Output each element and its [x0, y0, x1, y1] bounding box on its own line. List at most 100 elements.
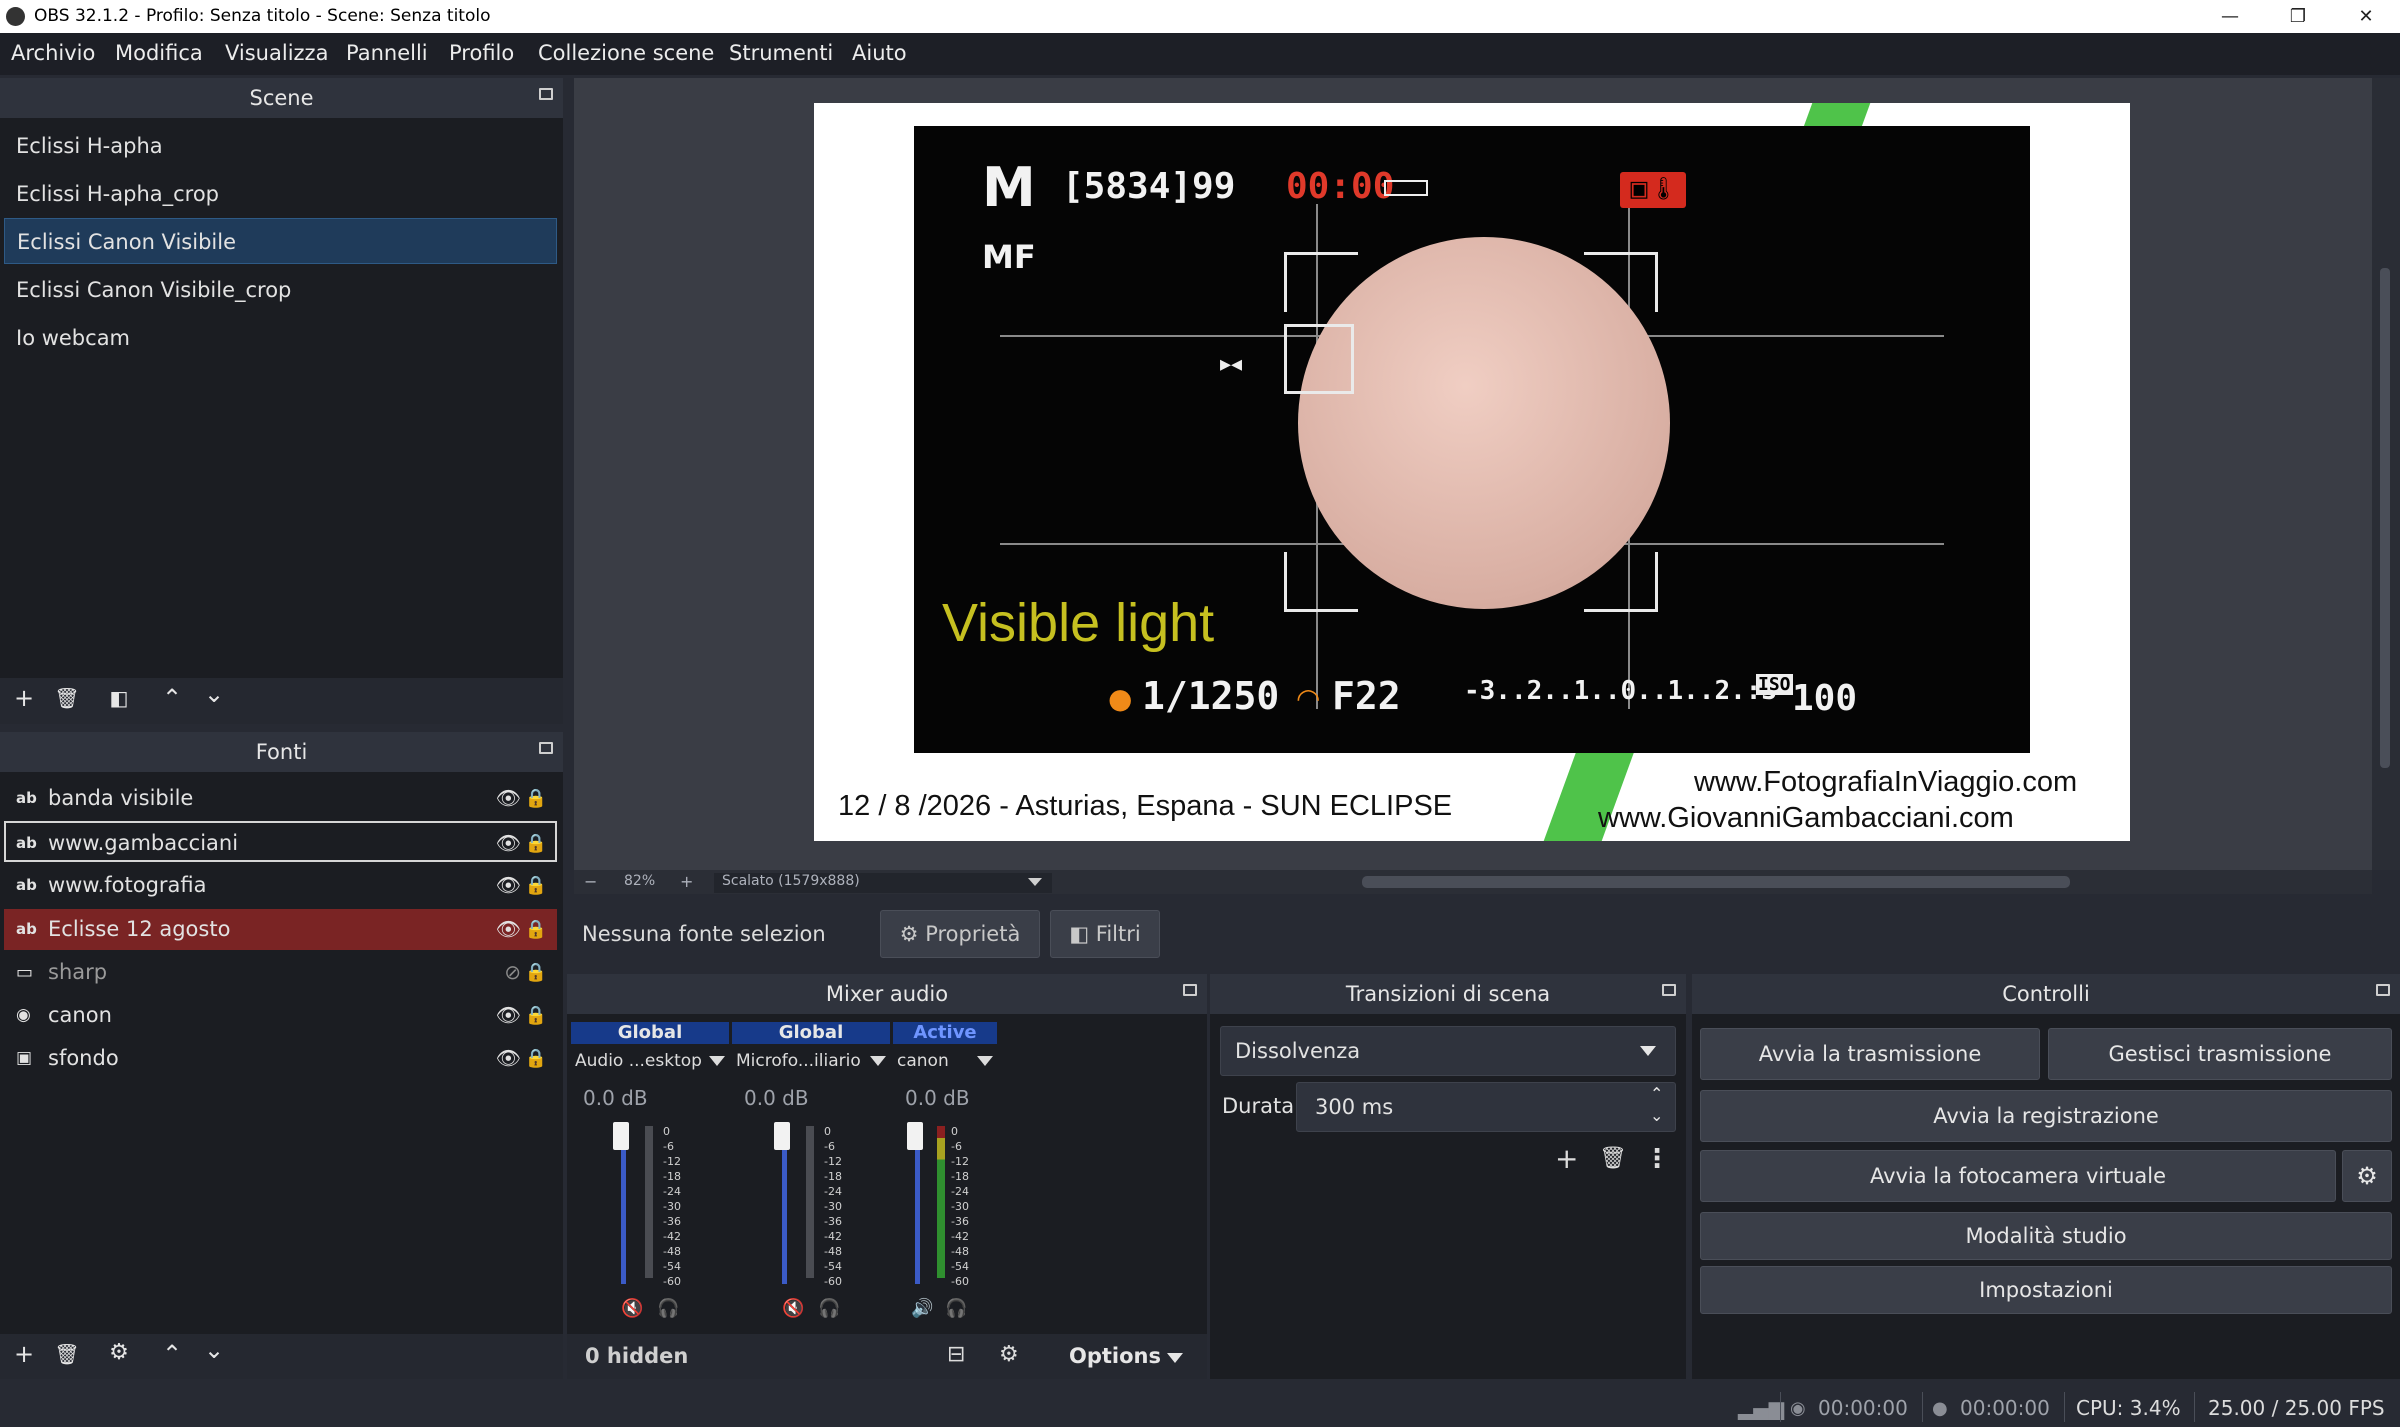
source-item[interactable]: ab www.fotografia 👁 🔒 [4, 865, 557, 906]
scene-item[interactable]: Io webcam [4, 315, 557, 361]
zoom-in-button[interactable]: + [680, 872, 693, 891]
chevron-down-icon[interactable] [1640, 1046, 1656, 1056]
muted-speaker-icon[interactable]: 🔇 [621, 1298, 643, 1319]
eye-hidden-icon[interactable]: ⊘ [504, 952, 521, 993]
record-time: 00:00 [1286, 166, 1395, 207]
virtual-camera-settings-icon[interactable]: ⚙ [2342, 1150, 2392, 1202]
eye-icon[interactable]: 👁 [496, 778, 521, 819]
menu-collezione-scene[interactable]: Collezione scene [538, 41, 714, 65]
remove-scene-icon[interactable]: 🗑 [52, 686, 82, 710]
lock-icon[interactable]: 🔒 [525, 778, 547, 819]
minimize-button[interactable]: — [2196, 0, 2264, 33]
obs-logo-icon [6, 7, 25, 26]
preview-vertical-scrollbar[interactable] [2372, 78, 2400, 870]
add-source-icon[interactable]: + [9, 1340, 39, 1368]
headphones-icon[interactable]: 🎧 [657, 1298, 679, 1319]
settings-button[interactable]: Impostazioni [1700, 1266, 2392, 1314]
chevron-down-icon[interactable] [870, 1056, 886, 1066]
studio-mode-button[interactable]: Modalità studio [1700, 1212, 2392, 1260]
chevron-up-icon[interactable]: ⌃ [1650, 1084, 1663, 1103]
channel-volume: 0.0 dB [744, 1086, 809, 1110]
eye-icon[interactable]: 👁 [496, 909, 521, 950]
lock-icon[interactable]: 🔒 [525, 1038, 547, 1079]
speaker-icon[interactable]: 🔊 [911, 1298, 933, 1319]
source-item[interactable]: ab banda visibile 👁 🔒 [4, 778, 557, 819]
volume-slider-handle[interactable] [907, 1122, 923, 1150]
remove-transition-icon[interactable]: 🗑 [1599, 1146, 1627, 1171]
undock-icon[interactable] [539, 742, 553, 754]
layout-icon[interactable]: ⊟ [947, 1342, 965, 1367]
close-button[interactable]: ✕ [2332, 0, 2400, 33]
filters-button[interactable]: ◧ Filtri [1050, 910, 1160, 958]
manage-stream-button[interactable]: Gestisci trasmissione [2048, 1028, 2392, 1080]
properties-button[interactable]: ⚙ Proprietà [880, 910, 1040, 958]
headphones-icon[interactable]: 🎧 [818, 1298, 840, 1319]
lock-icon[interactable]: 🔒 [525, 952, 547, 993]
scale-mode-select[interactable]: Scalato (1579x888) [714, 873, 1052, 893]
menu-visualizza[interactable]: Visualizza [225, 41, 328, 65]
advanced-audio-icon[interactable]: ⚙ [999, 1342, 1019, 1367]
hidden-count[interactable]: 0 hidden [585, 1344, 688, 1368]
scene-item-selected[interactable]: Eclissi Canon Visibile [4, 218, 557, 264]
maximize-button[interactable]: ❐ [2264, 0, 2332, 33]
chevron-down-icon[interactable] [1028, 878, 1042, 886]
source-item[interactable]: ▣ sfondo 👁 🔒 [4, 1038, 557, 1079]
eye-icon[interactable]: 👁 [496, 823, 521, 864]
menu-modifica[interactable]: Modifica [115, 41, 203, 65]
muted-speaker-icon[interactable]: 🔇 [782, 1298, 804, 1319]
scene-item[interactable]: Eclissi H-apha_crop [4, 171, 557, 217]
menu-pannelli[interactable]: Pannelli [346, 41, 428, 65]
chevron-down-icon[interactable]: ⌄ [1650, 1106, 1663, 1125]
eye-icon[interactable]: 👁 [496, 865, 521, 906]
menu-strumenti[interactable]: Strumenti [729, 41, 833, 65]
source-item[interactable]: ◉ canon 👁 🔒 [4, 995, 557, 1036]
move-up-icon[interactable]: ⌃ [157, 684, 187, 712]
zoom-out-button[interactable]: − [584, 872, 597, 891]
add-scene-icon[interactable]: + [9, 684, 39, 712]
chevron-down-icon[interactable] [977, 1056, 993, 1066]
scene-filters-icon[interactable]: ◧ [104, 686, 134, 710]
move-down-icon[interactable]: ⌄ [199, 1336, 229, 1364]
source-settings-icon[interactable]: ⚙ [104, 1340, 134, 1365]
remove-source-icon[interactable]: 🗑 [52, 1342, 82, 1366]
undock-icon[interactable] [1662, 984, 1676, 996]
scene-item[interactable]: Eclissi H-apha [4, 123, 557, 169]
volume-slider-handle[interactable] [774, 1122, 790, 1150]
menu-archivio[interactable]: Archivio [11, 41, 95, 65]
lock-icon[interactable]: 🔒 [525, 909, 547, 950]
chevron-down-icon[interactable] [1167, 1353, 1183, 1363]
menu-aiuto[interactable]: Aiuto [852, 41, 907, 65]
volume-slider-handle[interactable] [613, 1122, 629, 1150]
headphones-icon[interactable]: 🎧 [945, 1298, 967, 1319]
title-bar: OBS 32.1.2 - Profilo: Senza titolo - Sce… [0, 0, 2400, 33]
lock-icon[interactable]: 🔒 [525, 865, 547, 906]
eye-icon[interactable]: 👁 [496, 1038, 521, 1079]
chevron-down-icon[interactable] [709, 1056, 725, 1066]
eye-icon[interactable]: 👁 [496, 995, 521, 1036]
meter-scale: 0 -6 -12 -18 -24 -30 -36 -42 -48 -54 -60 [824, 1125, 842, 1288]
mixer-channel: Active canon 0.0 dB 0 -6 -12 -18 -24 -30 -36 -4… [893, 1022, 997, 1322]
duration-input[interactable]: 300 ms [1296, 1082, 1676, 1132]
move-up-icon[interactable]: ⌃ [157, 1340, 187, 1368]
text-source-icon: ab [16, 920, 37, 938]
source-item[interactable]: ▭ sharp ⊘ 🔒 [4, 952, 557, 993]
move-down-icon[interactable]: ⌄ [199, 680, 229, 708]
undock-icon[interactable] [539, 88, 553, 100]
lock-icon[interactable]: 🔒 [525, 995, 547, 1036]
more-options-icon[interactable]: ⋮ [1644, 1144, 1670, 1174]
options-button[interactable]: Options [1069, 1344, 1161, 1368]
undock-icon[interactable] [2376, 984, 2390, 996]
preview-horizontal-scrollbar[interactable] [1362, 876, 2070, 888]
add-transition-icon[interactable]: + [1555, 1142, 1578, 1175]
scene-item[interactable]: Eclissi Canon Visibile_crop [4, 267, 557, 313]
lock-icon[interactable]: 🔒 [525, 823, 547, 864]
source-name: Eclisse 12 agosto [48, 917, 231, 941]
undock-icon[interactable] [1183, 984, 1197, 996]
source-item[interactable]: ab www.gambacciani 👁 🔒 [4, 821, 557, 862]
start-virtual-camera-button[interactable]: Avvia la fotocamera virtuale [1700, 1150, 2336, 1202]
source-item-selected[interactable]: ab Eclisse 12 agosto 👁 🔒 [4, 909, 557, 950]
transition-select[interactable]: Dissolvenza [1220, 1026, 1676, 1076]
start-stream-button[interactable]: Avvia la trasmissione [1700, 1028, 2040, 1080]
menu-profilo[interactable]: Profilo [449, 41, 514, 65]
start-recording-button[interactable]: Avvia la registrazione [1700, 1090, 2392, 1142]
